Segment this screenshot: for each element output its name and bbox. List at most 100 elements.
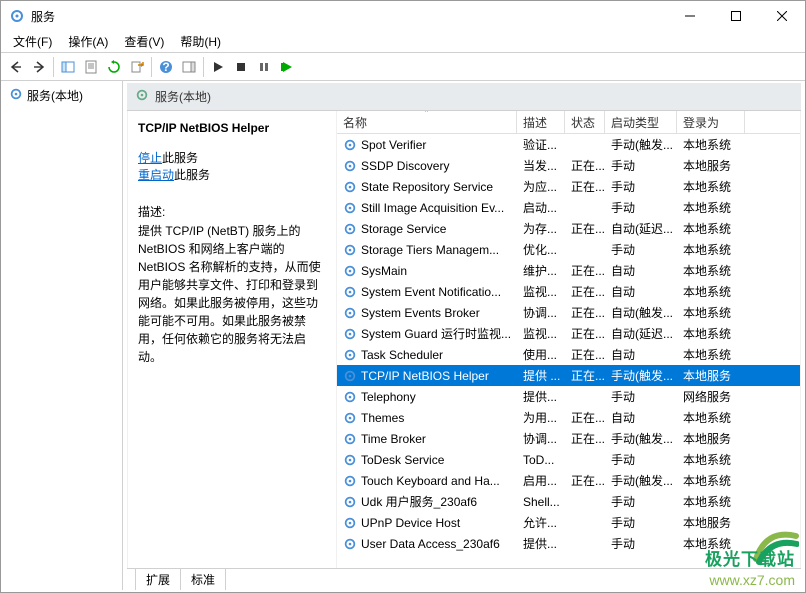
- panel-title: 服务(本地): [155, 88, 211, 105]
- service-row[interactable]: Touch Keyboard and Ha...启用...正在...手动(触发.…: [337, 470, 800, 491]
- cell-name: Spot Verifier: [337, 138, 517, 152]
- pause-service-button[interactable]: [253, 56, 275, 78]
- cell-start: 手动: [605, 535, 677, 552]
- service-row[interactable]: State Repository Service为应...正在...手动本地系统: [337, 176, 800, 197]
- service-row[interactable]: Storage Tiers Managem...优化...手动本地系统: [337, 239, 800, 260]
- cell-name: System Event Notificatio...: [337, 285, 517, 299]
- cell-start: 手动: [605, 199, 677, 216]
- service-action-links: 停止此服务 重启动此服务: [138, 149, 328, 183]
- service-row[interactable]: Spot Verifier验证...手动(触发...本地系统: [337, 134, 800, 155]
- cell-start: 手动: [605, 451, 677, 468]
- start-service-button[interactable]: [207, 56, 229, 78]
- cell-logon: 网络服务: [677, 388, 745, 405]
- service-row[interactable]: System Events Broker协调...正在...自动(触发...本地…: [337, 302, 800, 323]
- column-logon[interactable]: 登录为: [677, 111, 745, 133]
- cell-start: 手动: [605, 493, 677, 510]
- menu-file[interactable]: 文件(F): [5, 31, 60, 52]
- cell-desc: 监视...: [517, 283, 565, 300]
- cell-start: 手动: [605, 241, 677, 258]
- service-row[interactable]: TCP/IP NetBIOS Helper提供 ...正在...手动(触发...…: [337, 365, 800, 386]
- cell-name: State Repository Service: [337, 180, 517, 194]
- cell-start: 自动: [605, 283, 677, 300]
- column-desc[interactable]: 描述: [517, 111, 565, 133]
- refresh-button[interactable]: [103, 56, 125, 78]
- maximize-button[interactable]: [713, 1, 759, 31]
- stop-link[interactable]: 停止: [138, 151, 162, 165]
- cell-logon: 本地系统: [677, 262, 745, 279]
- stop-service-button[interactable]: [230, 56, 252, 78]
- show-hide-tree-button[interactable]: [57, 56, 79, 78]
- cell-status: 正在...: [565, 178, 605, 195]
- cell-status: 正在...: [565, 220, 605, 237]
- help-button[interactable]: ?: [155, 56, 177, 78]
- cell-start: 手动: [605, 388, 677, 405]
- cell-logon: 本地服务: [677, 430, 745, 447]
- nav-services-local[interactable]: 服务(本地): [7, 85, 116, 106]
- panel-header: 服务(本地): [127, 83, 801, 111]
- cell-desc: 验证...: [517, 136, 565, 153]
- service-row[interactable]: Themes为用...正在...自动本地系统: [337, 407, 800, 428]
- cell-start: 手动(触发...: [605, 367, 677, 384]
- restart-link[interactable]: 重启动: [138, 168, 174, 182]
- forward-button[interactable]: [28, 56, 50, 78]
- cell-desc: 当发...: [517, 157, 565, 174]
- list-body[interactable]: Spot Verifier验证...手动(触发...本地系统SSDP Disco…: [337, 134, 800, 568]
- cell-name: Task Scheduler: [337, 348, 517, 362]
- column-status[interactable]: 状态: [565, 111, 605, 133]
- service-row[interactable]: SysMain维护...正在...自动本地系统: [337, 260, 800, 281]
- restart-service-button[interactable]: [276, 56, 298, 78]
- cell-logon: 本地系统: [677, 199, 745, 216]
- service-row[interactable]: Telephony提供...手动网络服务: [337, 386, 800, 407]
- service-row[interactable]: Task Scheduler使用...正在...自动本地系统: [337, 344, 800, 365]
- service-row[interactable]: Udk 用户服务_230af6Shell...手动本地系统: [337, 491, 800, 512]
- tab-extended[interactable]: 扩展: [135, 569, 181, 590]
- cell-name: TCP/IP NetBIOS Helper: [337, 369, 517, 383]
- service-row[interactable]: Time Broker协调...正在...手动(触发...本地服务: [337, 428, 800, 449]
- service-row[interactable]: UPnP Device Host允许...手动本地服务: [337, 512, 800, 533]
- cell-logon: 本地系统: [677, 535, 745, 552]
- properties-button[interactable]: [80, 56, 102, 78]
- service-row[interactable]: ToDesk ServiceToD...手动本地系统: [337, 449, 800, 470]
- service-row[interactable]: System Event Notificatio...监视...正在...自动本…: [337, 281, 800, 302]
- action-pane-button[interactable]: [178, 56, 200, 78]
- cell-desc: 使用...: [517, 346, 565, 363]
- cell-logon: 本地系统: [677, 451, 745, 468]
- cell-status: 正在...: [565, 304, 605, 321]
- service-row[interactable]: Storage Service为存...正在...自动(延迟...本地系统: [337, 218, 800, 239]
- service-row[interactable]: Still Image Acquisition Ev...启动... 手动本地系统: [337, 197, 800, 218]
- services-list: 名称ˆ 描述 状态 启动类型 登录为 Spot Verifier验证...手动(…: [336, 111, 800, 568]
- cell-desc: 提供 ...: [517, 367, 565, 384]
- column-name[interactable]: 名称ˆ: [337, 111, 517, 133]
- right-panel: 服务(本地) TCP/IP NetBIOS Helper 停止此服务 重启动此服…: [123, 81, 805, 590]
- cell-name: System Events Broker: [337, 306, 517, 320]
- service-row[interactable]: SSDP Discovery当发...正在...手动本地服务: [337, 155, 800, 176]
- export-button[interactable]: [126, 56, 148, 78]
- cell-logon: 本地系统: [677, 472, 745, 489]
- cell-status: 正在...: [565, 409, 605, 426]
- cell-desc: 启动...: [517, 199, 565, 216]
- close-button[interactable]: [759, 1, 805, 31]
- cell-logon: 本地系统: [677, 220, 745, 237]
- menu-view[interactable]: 查看(V): [116, 31, 172, 52]
- cell-name: Themes: [337, 411, 517, 425]
- service-row[interactable]: User Data Access_230af6提供...手动本地系统: [337, 533, 800, 554]
- cell-desc: 提供...: [517, 535, 565, 552]
- back-button[interactable]: [5, 56, 27, 78]
- toolbar-separator: [151, 57, 152, 77]
- cell-logon: 本地系统: [677, 409, 745, 426]
- cell-name: SysMain: [337, 264, 517, 278]
- cell-desc: 允许...: [517, 514, 565, 531]
- menu-action[interactable]: 操作(A): [60, 31, 116, 52]
- cell-name: Still Image Acquisition Ev...: [337, 201, 517, 215]
- cell-start: 自动: [605, 346, 677, 363]
- cell-name: Touch Keyboard and Ha...: [337, 474, 517, 488]
- column-startup[interactable]: 启动类型: [605, 111, 677, 133]
- menu-help[interactable]: 帮助(H): [172, 31, 229, 52]
- cell-name: ToDesk Service: [337, 453, 517, 467]
- navigation-tree[interactable]: 服务(本地): [1, 81, 123, 590]
- main-area: 服务(本地) 服务(本地) TCP/IP NetBIOS Helper 停止此服…: [1, 81, 805, 590]
- service-row[interactable]: System Guard 运行时监视...监视...正在...自动(延迟...本…: [337, 323, 800, 344]
- minimize-button[interactable]: [667, 1, 713, 31]
- tab-standard[interactable]: 标准: [180, 569, 226, 590]
- toolbar: ?: [1, 53, 805, 81]
